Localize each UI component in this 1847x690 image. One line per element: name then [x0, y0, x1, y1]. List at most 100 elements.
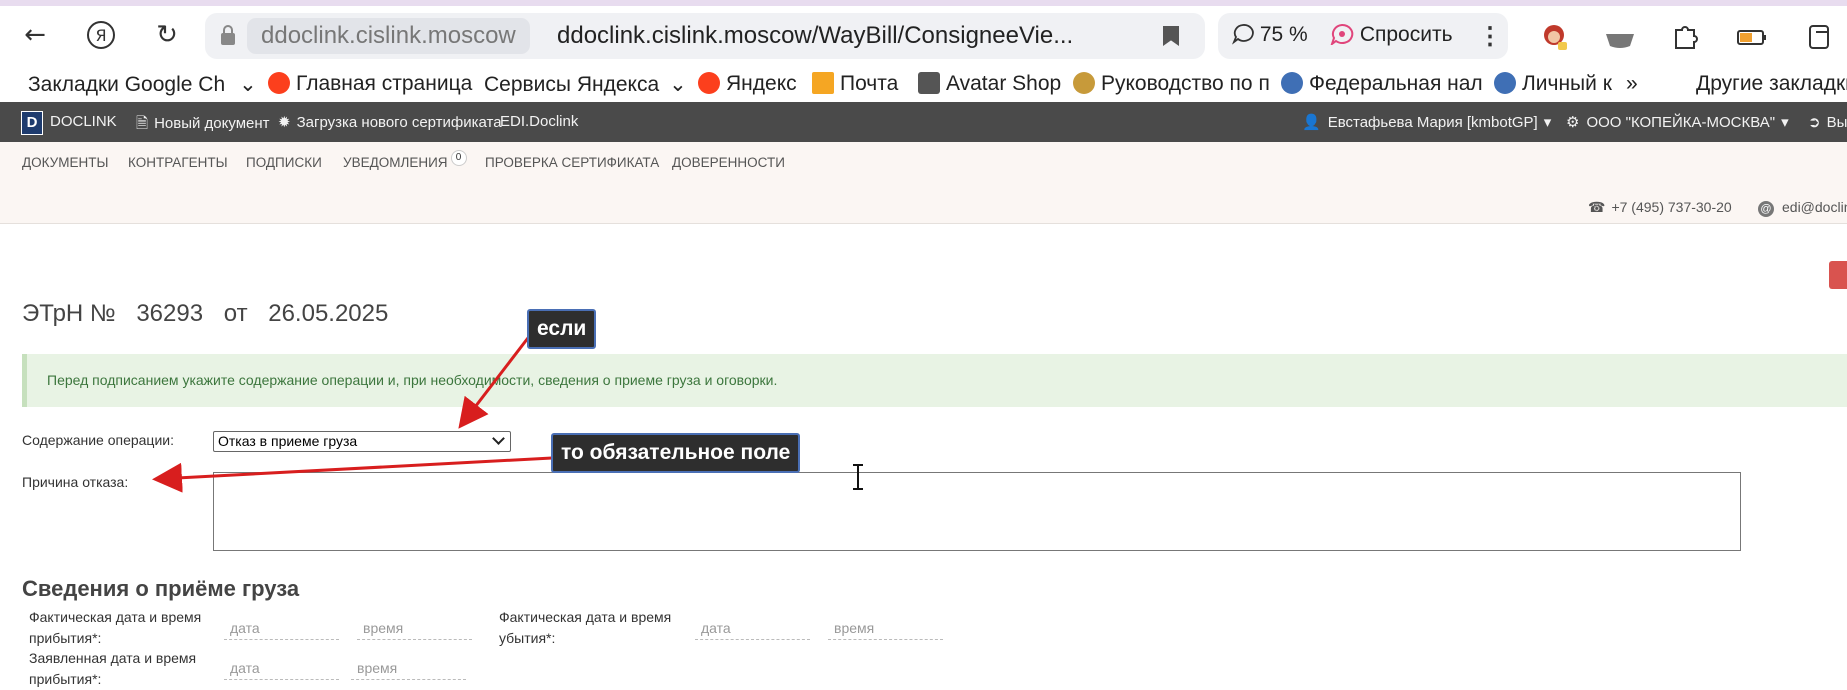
upload-cert-link[interactable]: ✹ Загрузка нового сертификата — [278, 113, 502, 131]
declared-arrival-label-line2: прибытия*: — [29, 671, 102, 687]
nav-subscriptions[interactable]: ПОДПИСКИ — [246, 155, 322, 170]
yandex-icon — [268, 72, 290, 94]
tax-service-icon — [1494, 72, 1516, 94]
nav-documents[interactable]: ДОКУМЕНТЫ — [22, 155, 108, 170]
reason-textarea[interactable] — [213, 472, 1741, 551]
bookmark-yandex-services[interactable]: Сервисы Яндекса ⌄ — [484, 72, 687, 97]
actual-arrival-date-input[interactable]: дата — [224, 620, 339, 640]
bookmark-label: Другие закладки — [1696, 72, 1847, 95]
bookmark-google[interactable]: Закладки Google Ch ⌄ — [28, 72, 257, 97]
user-icon: 👤 — [1302, 114, 1321, 131]
email-contact[interactable]: @ edi@doclin — [1758, 199, 1847, 217]
logout-link[interactable]: ➲ Вы — [1808, 113, 1847, 131]
bookmark-label: Яндекс — [726, 72, 797, 95]
actual-departure-date-input[interactable]: дата — [695, 620, 810, 640]
gear-icon: ⚙ — [1566, 114, 1580, 131]
bookmark-label: Федеральная нал — [1309, 72, 1483, 95]
actual-departure-label: Фактическая дата и время убытия*: — [499, 607, 671, 649]
menu-kebab-icon[interactable]: ⋮ — [1478, 22, 1502, 51]
emblem-icon — [1073, 72, 1095, 94]
chevron-down-icon: ⌄ — [239, 73, 257, 96]
org-menu[interactable]: ⚙ ООО "КОПЕЙКА-МОСКВА" ▾ — [1566, 113, 1789, 131]
section-nav: ДОКУМЕНТЫ КОНТРАГЕНТЫ ПОДПИСКИ УВЕДОМЛЕН… — [0, 142, 1847, 224]
bookmark-icon[interactable] — [1163, 26, 1179, 46]
actual-arrival-label-line2: прибытия*: — [29, 630, 102, 646]
actual-departure-time-input[interactable]: время — [828, 620, 943, 640]
back-arrow-icon[interactable]: ← — [18, 18, 52, 52]
edi-link[interactable]: EDI.Doclink — [500, 113, 578, 130]
alice-icon — [1330, 23, 1354, 47]
lock-icon[interactable] — [219, 24, 237, 46]
bookmark-label: Главная страница — [296, 72, 473, 95]
bookmark-mail[interactable]: Почта — [812, 72, 898, 96]
operation-label: Содержание операции: — [22, 432, 174, 448]
doc-prefix: ЭТрН № — [22, 300, 116, 327]
bookmark-tax-service[interactable]: Федеральная нал — [1281, 72, 1483, 96]
operation-select[interactable]: Отказ в приеме груза — [213, 431, 511, 452]
nav-notifications-label: УВЕДОМЛЕНИЯ — [343, 155, 448, 170]
zoom-indicator[interactable]: 75 % — [1231, 23, 1308, 47]
caret-down-icon: ▾ — [1543, 114, 1552, 131]
battery-icon — [1736, 22, 1768, 52]
document-icon: 🗎 — [136, 115, 149, 132]
page-title: ЭТрН № 36293 от 26.05.2025 — [22, 300, 402, 328]
user-menu[interactable]: 👤 Евстафьева Мария [kmbotGP] ▾ — [1302, 113, 1551, 131]
doc-date: 26.05.2025 — [268, 300, 389, 327]
side-action-button[interactable] — [1829, 261, 1847, 289]
bookmark-yandex[interactable]: Яндекс — [698, 72, 797, 96]
bookmark-personal[interactable]: Личный к — [1494, 72, 1612, 96]
nav-counterparties[interactable]: КОНТРАГЕНТЫ — [128, 155, 228, 170]
chat-bubble-icon — [1231, 24, 1254, 45]
app-header: D DOCLINK 🗎 Новый документ ✹ Загрузка ново… — [0, 102, 1847, 142]
logout-icon: ➲ — [1808, 114, 1821, 131]
address-url[interactable]: ddoclink.cislink.moscow/WayBill/Consigne… — [557, 13, 1073, 59]
declared-arrival-time-input[interactable]: время — [351, 660, 466, 680]
alert-text: Перед подписанием укажите содержание опе… — [47, 372, 778, 388]
at-icon: @ — [1758, 201, 1774, 217]
notifications-badge: 0 — [450, 150, 467, 166]
chevron-down-icon: ⌄ — [669, 73, 687, 96]
brand-link[interactable]: DOCLINK — [50, 113, 117, 130]
actual-arrival-label: Фактическая дата и время прибытия*: — [29, 607, 201, 649]
zoom-value: 75 % — [1259, 23, 1308, 46]
reason-label: Причина отказа: — [22, 474, 129, 490]
doc-number: 36293 — [136, 300, 204, 327]
bookmark-guide[interactable]: Руководство по п — [1073, 72, 1270, 96]
bookmark-main-page[interactable]: Главная страница — [268, 72, 472, 96]
doclink-logo[interactable]: D — [21, 111, 43, 135]
phone-number: +7 (495) 737-30-20 — [1611, 199, 1732, 215]
extension-hat-icon[interactable] — [1604, 22, 1636, 52]
info-alert: Перед подписанием укажите содержание опе… — [22, 354, 1847, 407]
annotation-if: если — [527, 309, 597, 349]
extension-avatar-icon[interactable] — [1538, 22, 1570, 52]
reload-icon[interactable]: ↻ — [150, 18, 184, 52]
actual-departure-label-line2: убытия*: — [499, 630, 556, 646]
doc-from: от — [223, 300, 248, 327]
actual-arrival-time-input[interactable]: время — [357, 620, 472, 640]
more-bookmarks-icon[interactable]: » — [1626, 72, 1638, 96]
ask-alice-button[interactable]: Спросить — [1330, 23, 1453, 47]
nav-cert-check[interactable]: ПРОВЕРКА СЕРТИФИКАТА — [485, 155, 659, 170]
profile-icon[interactable] — [1806, 22, 1838, 52]
bookmark-label: Avatar Shop — [946, 72, 1062, 95]
address-host-chip[interactable]: ddoclink.cislink.moscow — [247, 18, 530, 54]
bookmark-avatar-shop[interactable]: Avatar Shop — [918, 72, 1061, 96]
browser-toolbar: ← Я ↻ ddoclink.cislink.moscow ddoclink.c… — [0, 6, 1847, 64]
phone-contact[interactable]: ☎ +7 (495) 737-30-20 — [1588, 199, 1732, 216]
bookmark-label: Личный к — [1522, 72, 1612, 95]
extensions-puzzle-icon[interactable] — [1670, 22, 1702, 52]
text-cursor-icon — [853, 464, 863, 490]
declared-arrival-date-input[interactable]: дата — [224, 660, 339, 680]
logout-label: Вы — [1826, 114, 1847, 131]
upload-cert-label: Загрузка нового сертификата — [296, 114, 502, 131]
nav-powers-of-attorney[interactable]: ДОВЕРЕННОСТИ — [672, 155, 785, 170]
address-bar[interactable]: ddoclink.cislink.moscow ddoclink.cislink… — [205, 13, 1205, 59]
bookmark-label: Закладки Google Ch — [28, 73, 226, 96]
new-document-link[interactable]: 🗎 Новый документ — [136, 113, 270, 138]
caret-down-icon: ▾ — [1781, 114, 1789, 131]
nav-notifications[interactable]: УВЕДОМЛЕНИЯ 0 — [343, 150, 467, 173]
bookmark-other[interactable]: Другие закладки — [1696, 72, 1847, 96]
tax-service-icon — [1281, 72, 1303, 94]
operation-selected-value: Отказ в приеме груза — [218, 433, 358, 449]
yandex-home-icon[interactable]: Я — [84, 18, 118, 52]
